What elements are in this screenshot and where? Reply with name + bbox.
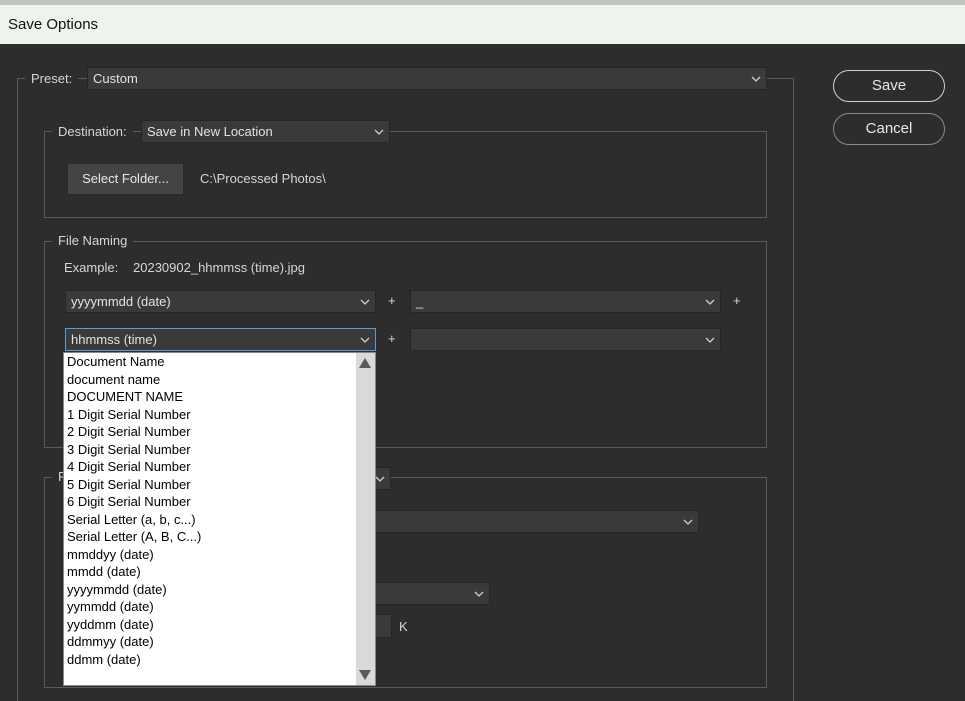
destination-path: C:\Processed Photos\ [200,171,326,186]
dropdown-option[interactable]: yyyymmdd (date) [64,581,357,599]
chevron-down-icon [374,129,384,135]
dropdown-scrollbar[interactable] [356,353,375,685]
naming-field-1-value: yyyymmdd (date) [71,294,171,309]
destination-label: Destination: [52,124,133,139]
naming-field-4[interactable] [410,328,721,351]
chevron-down-icon [705,299,715,305]
example-value: 20230902_hhmmss (time).jpg [133,260,305,275]
dropdown-option[interactable]: DOCUMENT NAME [64,388,357,406]
dropdown-option[interactable]: yyddmm (date) [64,616,357,634]
dropdown-option[interactable]: Serial Letter (a, b, c...) [64,511,357,529]
preset-select[interactable]: Custom [87,67,767,90]
example-label: Example: [64,260,119,275]
naming-field-2-value: _ [416,294,424,309]
dropdown-option[interactable]: 3 Digit Serial Number [64,441,357,459]
dropdown-option[interactable]: yymmdd (date) [64,598,357,616]
select-folder-button[interactable]: Select Folder... [67,163,184,195]
dropdown-list: Document Name document name DOCUMENT NAME 1… [64,353,357,685]
chevron-down-icon [474,591,484,597]
dropdown-option[interactable]: 5 Digit Serial Number [64,476,357,494]
chevron-down-icon [751,76,761,82]
dropdown-option[interactable]: 6 Digit Serial Number [64,493,357,511]
plus-sign: + [388,293,396,308]
preset-value: Custom [93,71,138,86]
dropdown-option[interactable]: ddmm (date) [64,651,357,669]
dropdown-option[interactable]: Serial Letter (A, B, C...) [64,528,357,546]
chevron-down-icon [683,519,693,525]
window-title: Save Options [0,5,965,44]
save-button[interactable]: Save [833,70,945,102]
chevron-down-icon [360,337,370,343]
plus-sign: + [388,331,396,346]
naming-field-1[interactable]: yyyymmdd (date) [65,290,376,313]
destination-value: Save in New Location [147,124,273,139]
preset-label: Preset: [25,71,79,86]
destination-select[interactable]: Save in New Location [141,120,390,143]
dropdown-option[interactable]: ddmmyy (date) [64,633,357,651]
naming-field-3[interactable]: hhmmss (time) [65,328,376,351]
naming-options-dropdown[interactable]: Document Name document name DOCUMENT NAME 1… [63,352,376,686]
file-naming-legend: File Naming [52,233,134,248]
dropdown-option[interactable]: 1 Digit Serial Number [64,406,357,424]
cancel-button[interactable]: Cancel [833,113,945,145]
naming-field-2[interactable]: _ [410,290,721,313]
scroll-down-arrow-icon[interactable] [359,670,371,680]
dropdown-option[interactable]: mmdd (date) [64,563,357,581]
scroll-up-arrow-icon[interactable] [359,358,371,368]
plus-sign: + [733,293,741,308]
dropdown-option[interactable]: 4 Digit Serial Number [64,458,357,476]
dropdown-option[interactable]: mmddyy (date) [64,546,357,564]
dropdown-option[interactable]: Document Name [64,353,357,371]
size-unit-label: K [399,619,408,634]
dropdown-option[interactable]: 2 Digit Serial Number [64,423,357,441]
chevron-down-icon [360,299,370,305]
naming-field-3-value: hhmmss (time) [71,332,157,347]
chevron-down-icon [705,337,715,343]
chevron-down-icon [375,476,385,482]
dropdown-option[interactable]: document name [64,371,357,389]
